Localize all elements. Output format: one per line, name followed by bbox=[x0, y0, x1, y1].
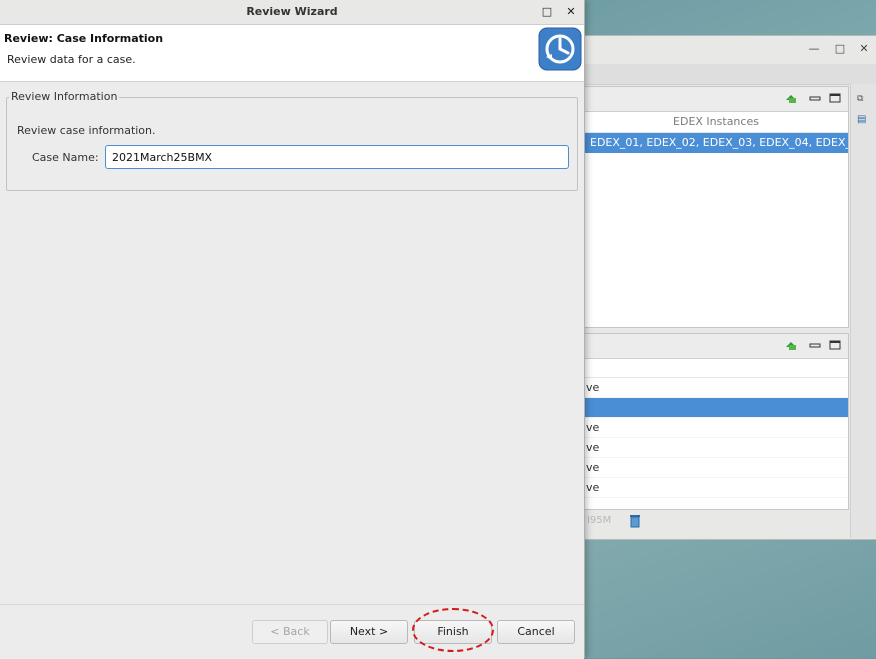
lower-panel: ve ve ve ve ve bbox=[583, 333, 849, 510]
list-item[interactable]: ve bbox=[584, 378, 848, 398]
group-title: Review Information bbox=[9, 90, 120, 103]
minimize-view-icon[interactable] bbox=[808, 339, 822, 351]
page-title: Review: Case Information bbox=[4, 32, 164, 45]
view-icon[interactable]: ▤ bbox=[857, 114, 866, 125]
restore-icon[interactable]: ⧉ bbox=[857, 94, 863, 104]
review-app-icon bbox=[538, 27, 582, 71]
case-name-label: Case Name: bbox=[32, 151, 99, 164]
status-bar: I95M bbox=[583, 510, 847, 534]
background-window[interactable]: — □ ✕ EDEX Instances EDEX_01, EDEX_02, E… bbox=[560, 35, 876, 540]
background-toolbar bbox=[561, 64, 876, 85]
list-item[interactable]: ve bbox=[584, 438, 848, 458]
edex-instances-column-header[interactable]: EDEX Instances bbox=[584, 112, 848, 133]
dialog-titlebar: Review Wizard □ ✕ bbox=[0, 0, 584, 25]
next-button[interactable]: Next > bbox=[330, 620, 408, 644]
sync-icon[interactable] bbox=[784, 92, 798, 104]
maximize-view-icon[interactable] bbox=[828, 92, 842, 104]
sync-icon[interactable] bbox=[784, 339, 798, 351]
side-trim: ⧉ ▤ bbox=[850, 84, 876, 538]
edex-instances-selected-row[interactable]: EDEX_01, EDEX_02, EDEX_03, EDEX_04, EDEX… bbox=[584, 133, 848, 153]
wizard-button-bar: < Back Next > Finish Cancel bbox=[0, 604, 584, 659]
list-item[interactable]: ve bbox=[584, 478, 848, 498]
maximize-icon[interactable]: □ bbox=[540, 5, 554, 19]
memory-status: I95M bbox=[587, 515, 612, 526]
edex-instances-panel: EDEX Instances EDEX_01, EDEX_02, EDEX_03… bbox=[583, 86, 849, 328]
list-item[interactable]: ve bbox=[584, 458, 848, 478]
close-icon[interactable]: ✕ bbox=[857, 42, 871, 56]
review-wizard-dialog: Review Wizard □ ✕ Review: Case Informati… bbox=[0, 0, 585, 659]
lower-panel-header bbox=[584, 334, 848, 359]
background-window-titlebar: — □ ✕ bbox=[561, 36, 876, 64]
back-button[interactable]: < Back bbox=[252, 620, 328, 644]
wizard-banner: Review: Case Information Review data for… bbox=[0, 25, 584, 82]
lower-panel-column-header bbox=[584, 359, 848, 378]
edex-panel-header bbox=[584, 87, 848, 112]
cancel-button[interactable]: Cancel bbox=[497, 620, 575, 644]
maximize-icon[interactable]: □ bbox=[833, 42, 847, 56]
minimize-icon[interactable]: — bbox=[807, 42, 821, 56]
finish-button[interactable]: Finish bbox=[414, 620, 492, 644]
list-item[interactable]: ve bbox=[584, 418, 848, 438]
page-description: Review data for a case. bbox=[7, 53, 136, 66]
review-information-group: Review Information Review case informati… bbox=[6, 90, 578, 191]
close-icon[interactable]: ✕ bbox=[564, 5, 578, 19]
group-hint: Review case information. bbox=[17, 124, 156, 137]
minimize-view-icon[interactable] bbox=[808, 92, 822, 104]
trash-icon[interactable] bbox=[629, 514, 641, 528]
case-name-input[interactable] bbox=[105, 145, 569, 169]
list-item-selected[interactable] bbox=[584, 398, 848, 418]
dialog-title: Review Wizard bbox=[246, 5, 338, 18]
maximize-view-icon[interactable] bbox=[828, 339, 842, 351]
